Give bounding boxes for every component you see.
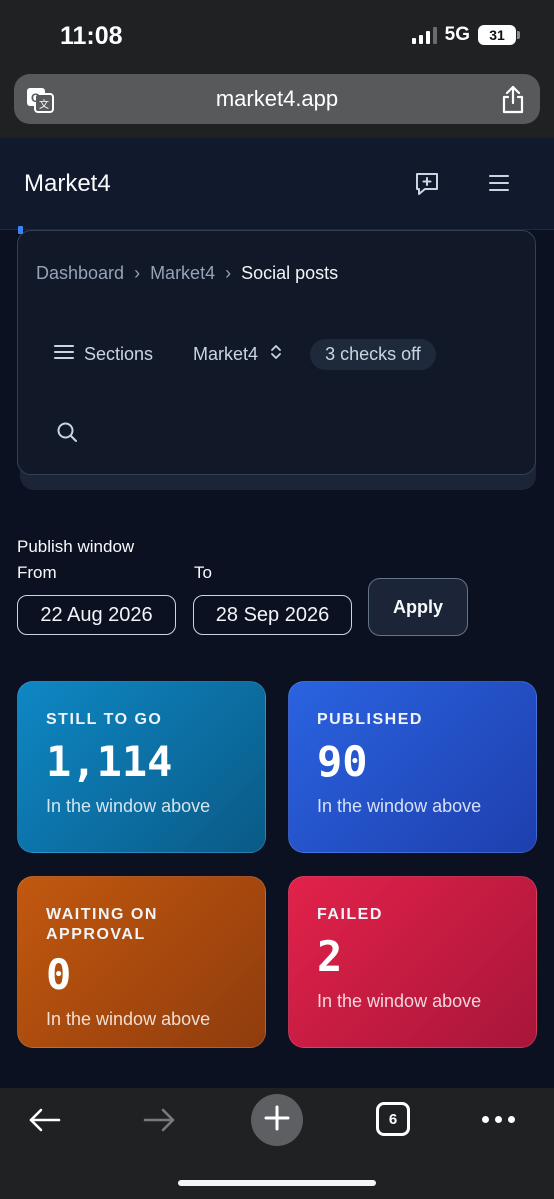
status-bar: 11:08 5G 31: [0, 0, 554, 70]
filter-heading: Publish window: [17, 537, 135, 556]
stat-label: STILL TO GO: [46, 711, 163, 728]
edge-marker: [18, 226, 23, 234]
stat-label: PUBLISHED: [317, 711, 423, 728]
stat-value: 90: [317, 737, 368, 786]
share-icon[interactable]: [500, 84, 526, 119]
menu-icon[interactable]: [488, 173, 510, 198]
hamburger-icon: [54, 344, 74, 365]
stat-caption: In the window above: [317, 991, 482, 1011]
plus-icon: [264, 1105, 290, 1136]
sections-label: Sections: [84, 344, 154, 364]
chevron-right-icon: ›: [134, 263, 141, 283]
from-label: From: [17, 563, 57, 582]
more-icon[interactable]: [482, 1116, 515, 1123]
browser-toolbar: G 文 market4.app: [0, 70, 554, 138]
chevron-updown-icon: [270, 343, 282, 366]
stat-value: 0: [46, 950, 72, 999]
section-toolbar: Sections Market4 3 checks off: [54, 339, 436, 370]
back-arrow-icon[interactable]: [28, 1106, 62, 1139]
app-header: Market4: [0, 138, 554, 230]
signal-icon: [411, 26, 437, 44]
home-indicator: [178, 1180, 376, 1186]
date-to-input[interactable]: 28 Sep 2026: [193, 595, 352, 635]
search-icon[interactable]: [56, 421, 78, 448]
stat-label: WAITING ON APPROVAL: [46, 906, 158, 943]
stat-value: 1,114: [46, 737, 173, 786]
project-select-label: Market4: [193, 344, 259, 364]
tab-count-button[interactable]: 6: [376, 1102, 410, 1136]
stat-caption: In the window above: [46, 796, 211, 816]
stat-card-still-to-go[interactable]: STILL TO GO 1,114 In the window above: [17, 681, 266, 853]
checks-badge[interactable]: 3 checks off: [310, 339, 436, 370]
breadcrumb-current: Social posts: [241, 263, 339, 283]
date-from-input[interactable]: 22 Aug 2026: [17, 595, 176, 635]
navigation-card: Dashboard › Market4 › Social posts Secti…: [17, 230, 536, 475]
apply-button[interactable]: Apply: [368, 578, 468, 636]
app-title[interactable]: Market4: [24, 170, 111, 198]
forward-arrow-icon[interactable]: [142, 1106, 176, 1139]
translate-icon[interactable]: G 文: [26, 87, 54, 118]
url-text: market4.app: [215, 86, 339, 111]
feedback-icon[interactable]: [414, 171, 440, 202]
chevron-right-icon: ›: [225, 263, 232, 283]
breadcrumb: Dashboard › Market4 › Social posts: [36, 263, 338, 284]
sections-button[interactable]: Sections: [54, 344, 153, 365]
status-indicators: 5G 31: [411, 24, 520, 46]
network-type: 5G: [444, 24, 470, 45]
new-tab-button[interactable]: [251, 1094, 303, 1146]
breadcrumb-market4[interactable]: Market4: [150, 263, 215, 284]
stat-card-failed[interactable]: FAILED 2 In the window above: [288, 876, 537, 1048]
stat-label: FAILED: [317, 906, 383, 923]
url-bar[interactable]: G 文 market4.app: [14, 74, 540, 124]
breadcrumb-dashboard[interactable]: Dashboard: [36, 263, 124, 284]
stat-card-waiting-on-approval[interactable]: WAITING ON APPROVAL 0 In the window abov…: [17, 876, 266, 1048]
stat-caption: In the window above: [317, 796, 482, 816]
stat-value: 2: [317, 932, 343, 981]
to-label: To: [194, 563, 212, 582]
project-select[interactable]: Market4: [193, 343, 282, 366]
svg-text:文: 文: [39, 98, 49, 111]
status-time: 11:08: [60, 22, 123, 50]
stat-caption: In the window above: [46, 1009, 211, 1029]
stat-card-published[interactable]: PUBLISHED 90 In the window above: [288, 681, 537, 853]
battery-icon: 31: [478, 25, 520, 45]
